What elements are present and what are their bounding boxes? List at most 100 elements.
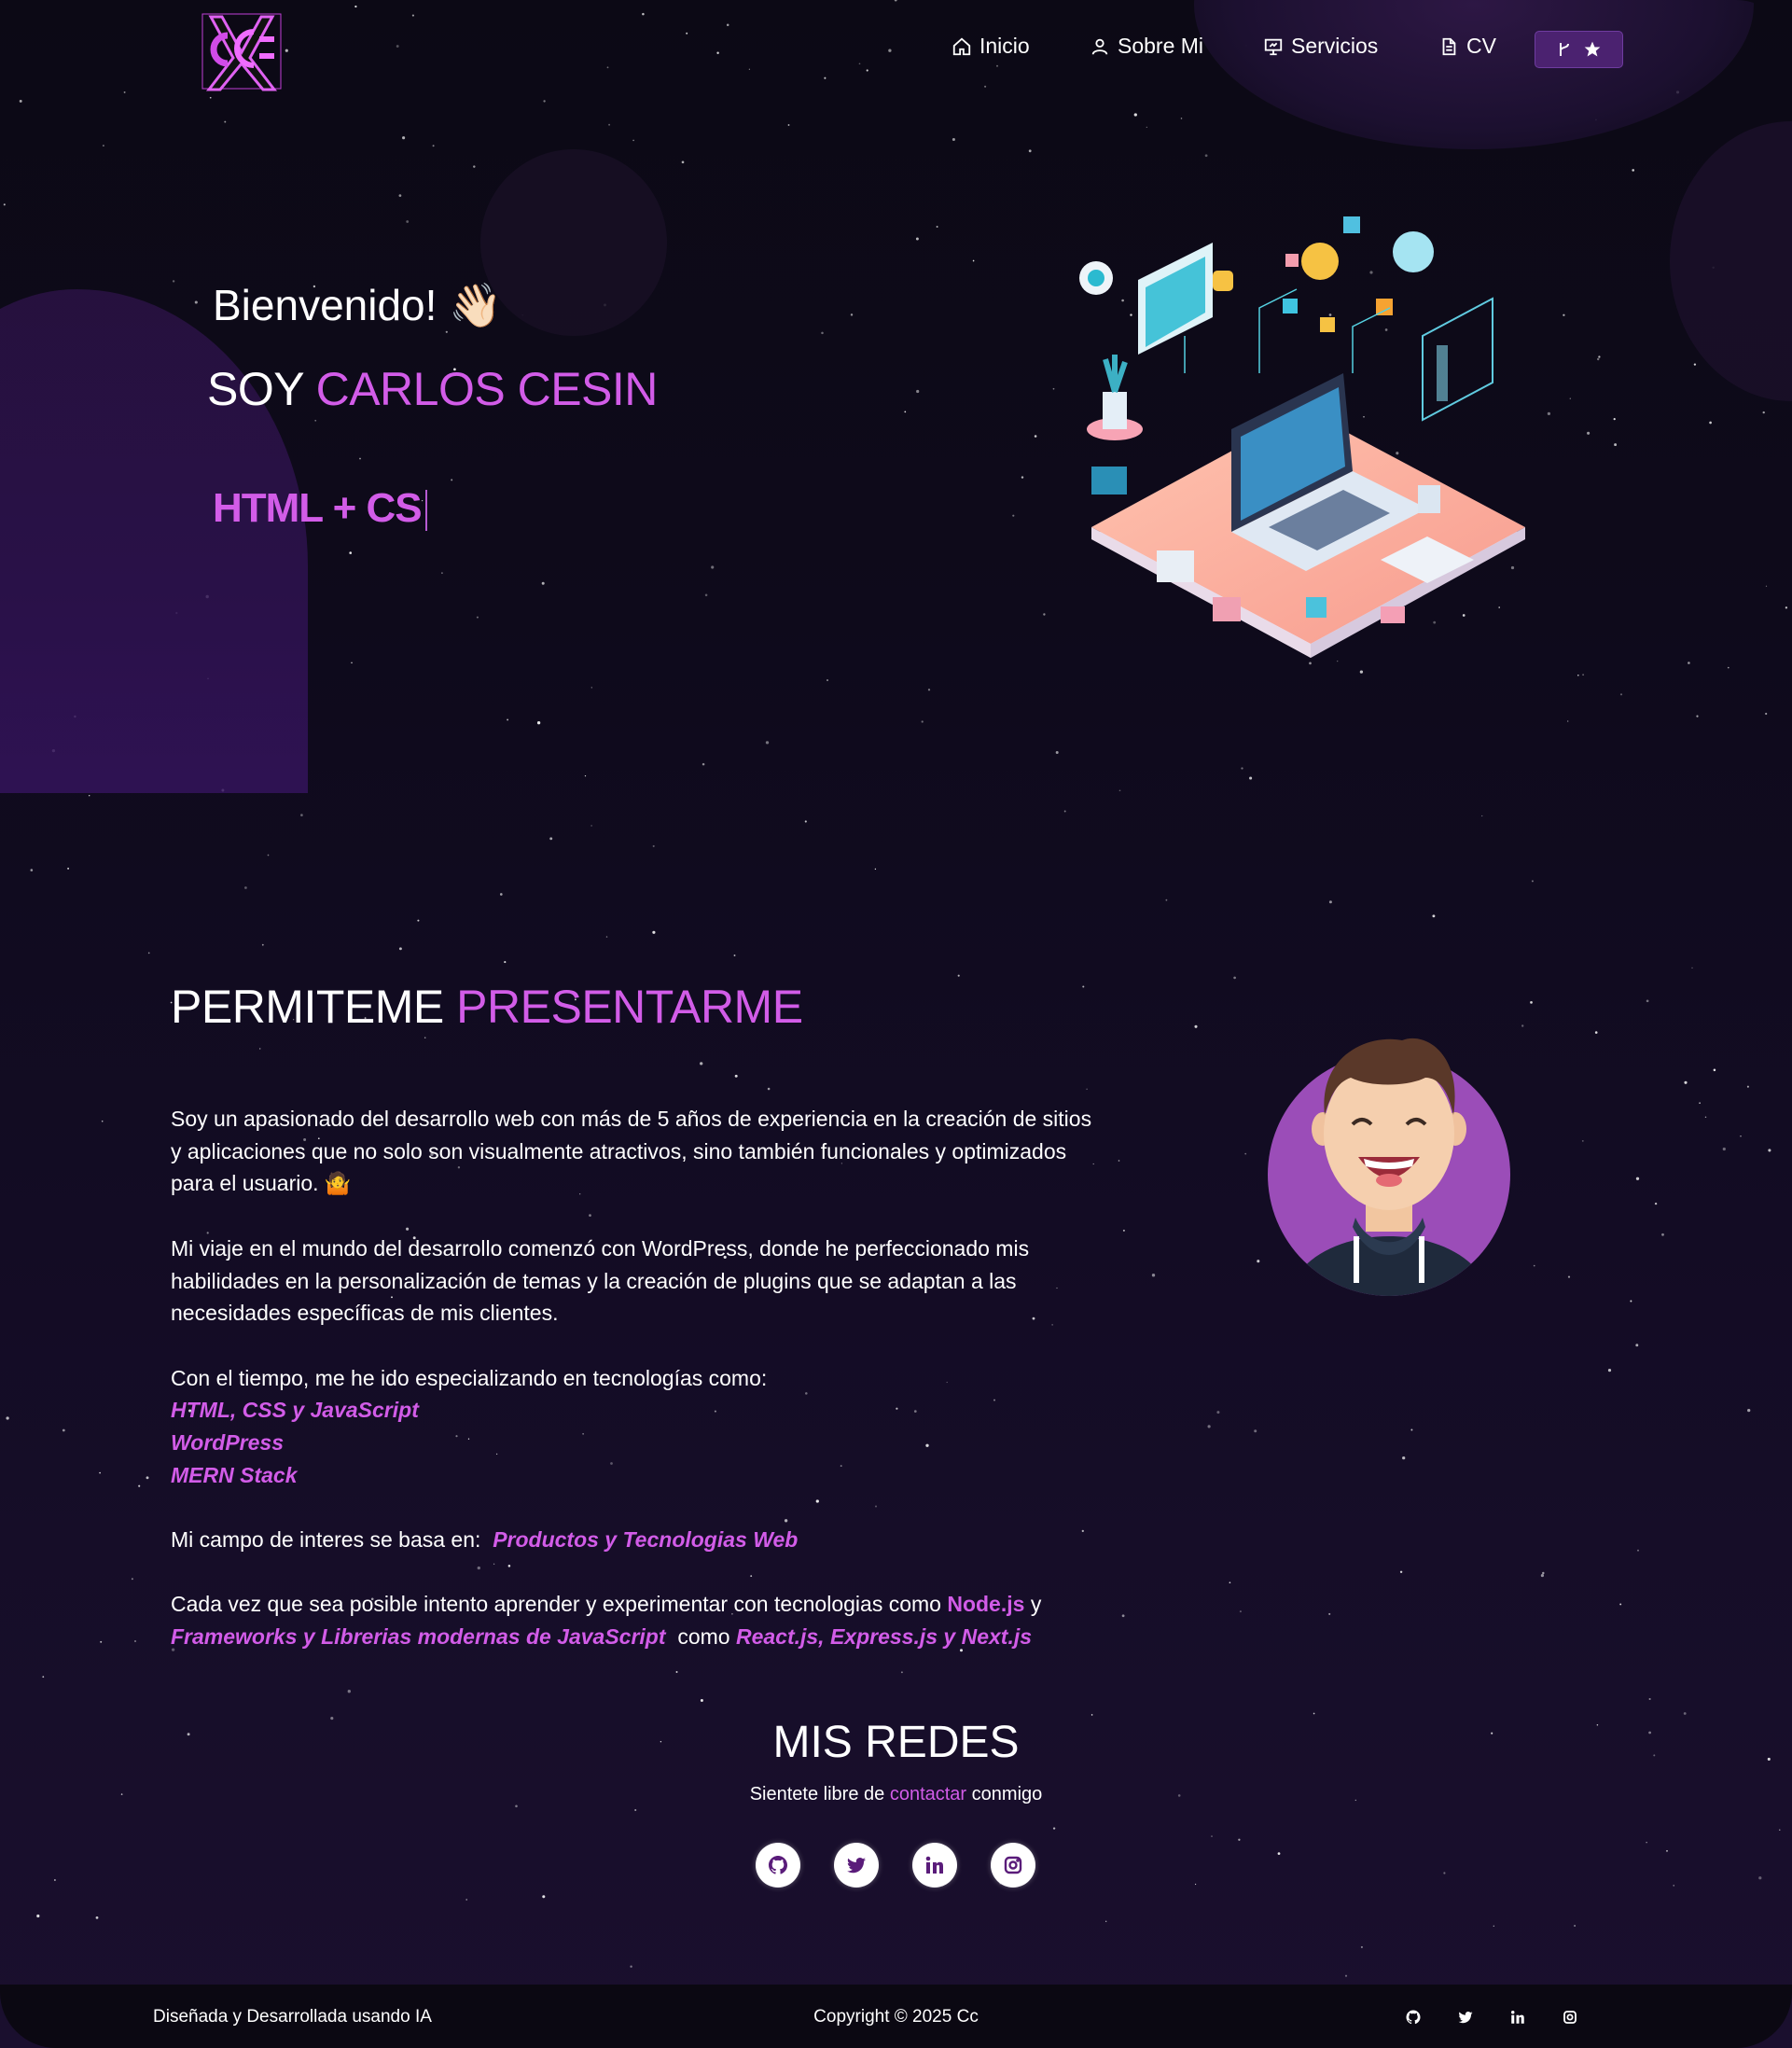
twitter-icon (847, 1858, 866, 1874)
star (1481, 815, 1483, 817)
star (1785, 606, 1788, 609)
bg-blob-right (1670, 121, 1792, 401)
star (451, 479, 453, 481)
about-paragraph-3: Con el tiempo, me he ido especializando … (171, 1362, 1104, 1492)
typewriter-text: HTML + CS (213, 485, 427, 532)
nav-item-sobre-mi[interactable]: Sobre Mi (1090, 34, 1203, 59)
star (300, 814, 303, 816)
star (3, 203, 6, 206)
star (473, 165, 476, 168)
nav-label-servicios: Servicios (1291, 34, 1379, 58)
star (734, 1074, 738, 1078)
redes-subtitle: Sientete libre de contactar conmigo (0, 1784, 1792, 1805)
star (634, 1808, 637, 1812)
github-icon (769, 1856, 787, 1874)
github-star-button[interactable] (1535, 31, 1623, 68)
footer-twitter-link[interactable] (1457, 2009, 1476, 2027)
star (359, 457, 361, 460)
soy-text: SOY (207, 363, 304, 415)
star (1722, 1147, 1726, 1151)
linkedin-link[interactable] (912, 1843, 957, 1888)
star (1758, 1876, 1762, 1880)
star (1614, 443, 1618, 447)
star (30, 869, 34, 871)
redes-title: MIS REDES (772, 1718, 1020, 1767)
about-title-accent: PRESENTARME (456, 981, 803, 1033)
star (632, 139, 634, 142)
star (874, 868, 877, 871)
star (1118, 1160, 1120, 1162)
star (1021, 476, 1024, 479)
star (1688, 662, 1690, 664)
star (904, 411, 907, 413)
star (916, 389, 920, 394)
star (652, 844, 655, 847)
star (62, 1428, 65, 1432)
star (927, 689, 931, 691)
instagram-link[interactable] (991, 1843, 1035, 1888)
star (850, 313, 854, 316)
star (1052, 1827, 1056, 1830)
star (1619, 1603, 1622, 1606)
star (258, 1048, 261, 1050)
star (445, 330, 448, 333)
star (1151, 1274, 1156, 1277)
star (1779, 1829, 1781, 1831)
learn-como: como (677, 1624, 730, 1650)
star (1244, 1152, 1247, 1155)
contact-link[interactable]: contactar (890, 1784, 966, 1804)
star (1207, 1425, 1211, 1428)
wave-emoji: 👋🏻 (449, 281, 503, 329)
git-fork-icon (1559, 43, 1569, 56)
star (261, 943, 264, 946)
isometric-workspace-illustration (1079, 216, 1525, 658)
star (1034, 435, 1037, 438)
learn-node: Node.js (947, 1592, 1025, 1617)
interest-label: Mi campo de interes se basa en: (171, 1527, 481, 1553)
tech-intro: Con el tiempo, me he ido especializando … (171, 1365, 768, 1390)
footer-social-links (1405, 2009, 1580, 2027)
star (1768, 1149, 1771, 1152)
star (101, 1120, 104, 1122)
footer-github-link[interactable] (1405, 2009, 1424, 2027)
star (1619, 693, 1623, 696)
star (134, 1640, 136, 1642)
star (936, 226, 938, 228)
star (406, 220, 410, 223)
star (131, 1578, 133, 1581)
star (349, 551, 353, 554)
footer-instagram-link[interactable] (1562, 2009, 1580, 2027)
nav-item-inicio[interactable]: Inicio (952, 34, 1030, 59)
star (541, 581, 545, 585)
star (711, 565, 715, 569)
star (6, 1416, 9, 1420)
star (1493, 1925, 1494, 1927)
star (504, 961, 507, 964)
star (1052, 387, 1055, 390)
logo-icon[interactable] (200, 11, 284, 91)
interest-value: Productos y Tecnologias Web (493, 1527, 799, 1553)
star (499, 893, 503, 896)
star (54, 1879, 56, 1881)
twitter-link[interactable] (834, 1843, 879, 1888)
bg-blob-small (480, 149, 667, 336)
footer-linkedin-link[interactable] (1509, 2009, 1528, 2027)
star (1254, 1429, 1257, 1433)
star (1238, 1838, 1241, 1841)
star (915, 237, 919, 241)
github-link[interactable] (756, 1843, 800, 1888)
star (1637, 1549, 1639, 1552)
star (95, 1916, 99, 1919)
star (733, 954, 736, 956)
star (821, 331, 824, 335)
star (102, 145, 104, 147)
navbar: Inicio Sobre Mi Servicios CV (0, 0, 1792, 103)
star (1277, 1852, 1281, 1855)
nav-item-servicios[interactable]: Servicios (1263, 34, 1378, 59)
nav-item-cv[interactable]: CV (1438, 34, 1496, 59)
star-icon (1584, 41, 1600, 57)
star (1696, 715, 1699, 717)
star (1239, 1610, 1242, 1613)
star (630, 1965, 632, 1968)
star (1121, 1614, 1125, 1618)
